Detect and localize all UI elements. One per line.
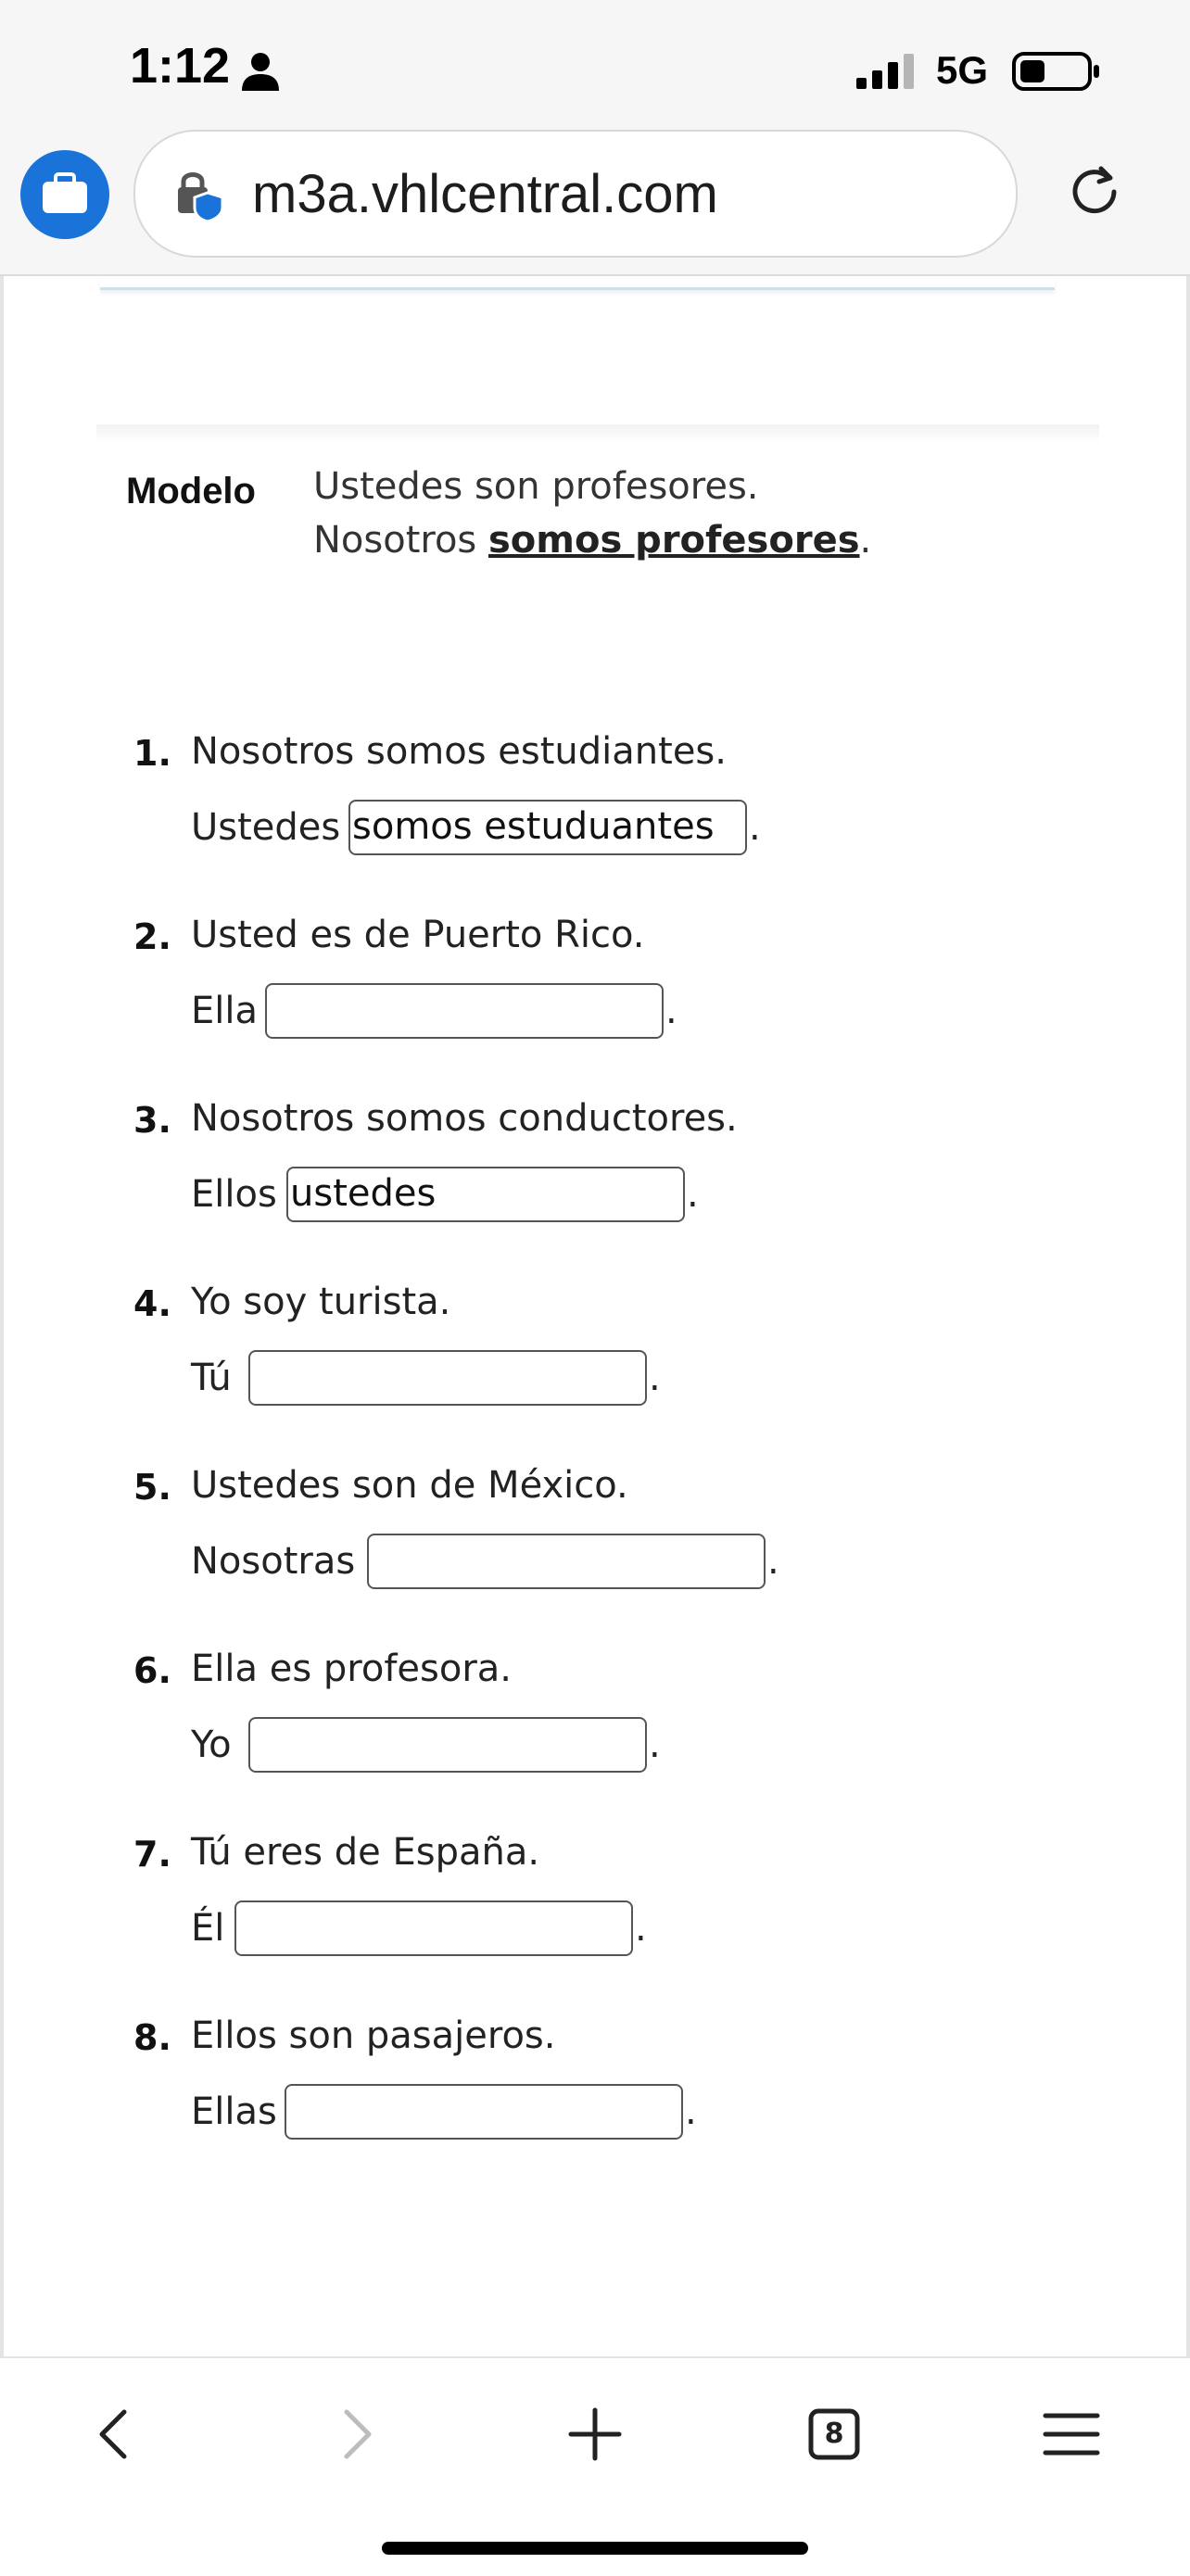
item-number: 5. bbox=[133, 1467, 171, 1508]
answer-input[interactable]: ustedes bbox=[286, 1167, 685, 1222]
item-period: . bbox=[687, 1173, 699, 1216]
person-icon bbox=[242, 53, 279, 91]
modelo-period: . bbox=[859, 519, 872, 562]
network-type: 5G bbox=[936, 48, 989, 92]
item-subject: Tú bbox=[191, 1357, 232, 1399]
modelo-answer: somos profesores bbox=[488, 519, 860, 562]
item-subject: Ustedes bbox=[191, 806, 341, 849]
item-prompt: Tú eres de España. bbox=[191, 1831, 540, 1874]
answer-input[interactable] bbox=[234, 1900, 633, 1956]
page-content: Modelo Ustedes son profesores. Nosotros … bbox=[0, 276, 1190, 2356]
modelo-example: Nosotros somos profesores. bbox=[313, 519, 871, 562]
back-arrow-icon[interactable] bbox=[82, 2401, 148, 2468]
item-prompt: Nosotros somos estudiantes. bbox=[191, 730, 727, 773]
item-period: . bbox=[665, 990, 677, 1032]
item-period: . bbox=[649, 1357, 661, 1399]
browser-address-row: m3a.vhlcentral.com bbox=[0, 120, 1190, 276]
work-profile-button[interactable] bbox=[20, 150, 109, 239]
answer-input[interactable] bbox=[248, 1350, 647, 1406]
battery-icon bbox=[1012, 52, 1099, 91]
signal-strength-icon bbox=[856, 54, 914, 89]
item-prompt: Ella es profesora. bbox=[191, 1648, 512, 1690]
modelo-subject: Nosotros bbox=[313, 519, 477, 562]
item-number: 8. bbox=[133, 2017, 171, 2058]
modelo-label: Modelo bbox=[126, 471, 256, 511]
item-prompt: Usted es de Puerto Rico. bbox=[191, 914, 645, 956]
briefcase-icon bbox=[43, 172, 87, 213]
item-period: . bbox=[649, 1724, 661, 1766]
item-number: 3. bbox=[133, 1100, 171, 1141]
item-subject: Yo bbox=[191, 1724, 232, 1766]
section-divider bbox=[96, 424, 1099, 443]
previous-card-edge bbox=[100, 276, 1055, 290]
answer-input[interactable] bbox=[285, 2084, 683, 2140]
item-period: . bbox=[749, 806, 761, 849]
home-indicator bbox=[382, 2542, 808, 2555]
url-bar[interactable]: m3a.vhlcentral.com bbox=[133, 130, 1018, 258]
item-prompt: Ellos son pasajeros. bbox=[191, 2014, 556, 2057]
item-period: . bbox=[635, 1907, 647, 1950]
item-subject: Nosotras bbox=[191, 1540, 356, 1583]
tab-count: 8 bbox=[824, 2418, 844, 2450]
item-number: 6. bbox=[133, 1650, 171, 1691]
forward-arrow-icon[interactable] bbox=[323, 2401, 389, 2468]
item-subject: Ellas bbox=[191, 2090, 277, 2133]
item-number: 4. bbox=[133, 1283, 171, 1324]
item-subject: Ella bbox=[191, 990, 259, 1032]
item-prompt: Ustedes son de México. bbox=[191, 1464, 628, 1507]
clock: 1:12 bbox=[130, 38, 231, 94]
item-number: 7. bbox=[133, 1834, 171, 1875]
answer-input[interactable]: somos estuduantes bbox=[348, 800, 747, 855]
new-tab-plus-icon[interactable] bbox=[562, 2401, 628, 2468]
menu-icon[interactable] bbox=[1038, 2401, 1105, 2468]
status-bar: 1:12 5G bbox=[0, 0, 1190, 120]
url-text: m3a.vhlcentral.com bbox=[252, 164, 718, 224]
answer-input[interactable] bbox=[265, 983, 664, 1039]
answer-input[interactable] bbox=[248, 1717, 647, 1773]
tabs-button[interactable]: 8 bbox=[801, 2401, 867, 2468]
item-prompt: Yo soy turista. bbox=[191, 1281, 451, 1323]
item-period: . bbox=[685, 2090, 697, 2133]
item-number: 1. bbox=[133, 733, 171, 774]
item-subject: Él bbox=[191, 1907, 225, 1950]
item-prompt: Nosotros somos conductores. bbox=[191, 1097, 738, 1140]
lock-shield-icon bbox=[178, 172, 224, 222]
item-number: 2. bbox=[133, 916, 171, 957]
item-period: . bbox=[767, 1540, 779, 1583]
item-subject: Ellos bbox=[191, 1173, 277, 1216]
answer-input[interactable] bbox=[367, 1534, 766, 1589]
reload-icon[interactable] bbox=[1064, 161, 1125, 222]
browser-toolbar: 8 bbox=[0, 2356, 1190, 2576]
modelo-prompt: Ustedes son profesores. bbox=[313, 465, 759, 508]
